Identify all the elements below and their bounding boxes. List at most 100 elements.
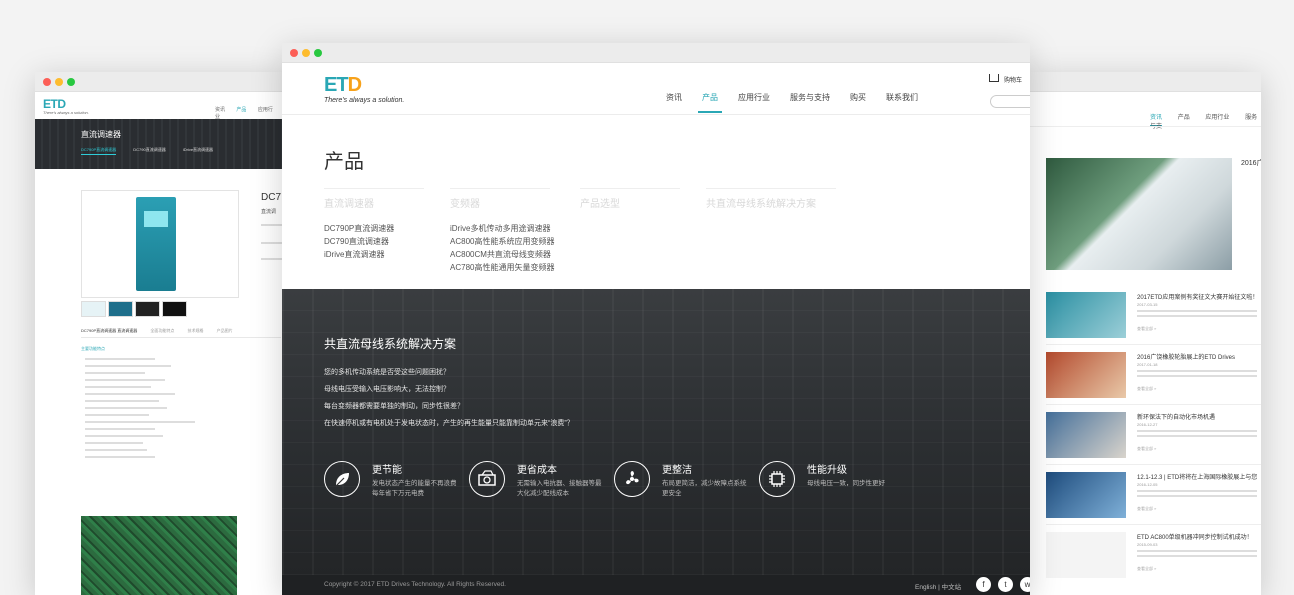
category-link[interactable]: AC800高性能系统应用变频器 xyxy=(450,237,554,247)
featured-news-title[interactable]: 2016广 xyxy=(1241,158,1261,168)
news-item[interactable]: 新环保法下的自动化市场机遇 2016-12-27 查看全部 » xyxy=(1046,412,1261,465)
facebook-icon[interactable]: f xyxy=(976,577,991,592)
close-dot[interactable] xyxy=(43,78,51,86)
news-date: 2017-03-15 xyxy=(1137,302,1158,307)
news-more-link[interactable]: 查看全部 » xyxy=(1137,446,1156,452)
close-dot[interactable] xyxy=(290,49,298,57)
page-title: 产品 xyxy=(324,151,364,173)
nav-item-news[interactable]: 资讯 xyxy=(666,92,682,113)
minimize-dot[interactable] xyxy=(55,78,63,86)
language-switch[interactable]: English | 中文站 xyxy=(915,581,961,591)
logo-tagline: There's always a solution. xyxy=(324,97,405,104)
news-title[interactable]: 2017ETD应用案例有奖征文大赛开始征文啦！ xyxy=(1137,292,1258,301)
cart-label[interactable]: 购物车 xyxy=(1004,75,1022,84)
category-link[interactable]: DC790P直流调速器 xyxy=(324,224,424,234)
search-input[interactable] xyxy=(990,95,1030,108)
news-more-link[interactable]: 查看全部 » xyxy=(1137,326,1156,332)
category-link[interactable]: DC790直流调速器 xyxy=(324,237,424,247)
left-detail-tabs: DC790P直流调速器 直流调速器 全面功能特点 技术规格 产品图片 xyxy=(81,328,281,338)
left-text-line xyxy=(261,242,283,244)
news-thumbnail[interactable] xyxy=(1046,412,1126,458)
nav-item-contact[interactable]: 联系我们 xyxy=(886,92,918,113)
divider xyxy=(1046,524,1261,525)
left-banner-tab[interactable]: iDrive直流调速器 xyxy=(183,147,213,152)
feature-desc: 发电状态产生的能量不再浪费每年省下万元电费 xyxy=(372,480,457,497)
news-thumbnail[interactable] xyxy=(1046,292,1126,338)
thumbnail[interactable] xyxy=(135,301,160,317)
thumbnail[interactable] xyxy=(81,301,106,317)
divider xyxy=(1030,126,1261,127)
feature-item: 更节能 发电状态产生的能量不再浪费每年省下万元电费 xyxy=(324,461,464,501)
thumbnail[interactable] xyxy=(108,301,133,317)
news-item[interactable]: 2017ETD应用案例有奖征文大赛开始征文啦！ 2017-03-15 查看全部 … xyxy=(1046,292,1261,345)
left-detail-tab[interactable]: DC790P直流调速器 直流调速器 xyxy=(81,328,137,333)
left-nav-item-active[interactable]: 产品 xyxy=(236,107,246,113)
category-link[interactable]: iDrive直流调速器 xyxy=(324,250,424,260)
category-link[interactable]: AC800CM共直流母线变频器 xyxy=(450,250,554,260)
news-item[interactable]: 2016广饶橡胶轮胎展上的ETD Drives 2017-01-18 查看全部 … xyxy=(1046,352,1261,405)
left-detail-tab[interactable]: 全面功能特点 xyxy=(150,328,174,333)
news-title[interactable]: 12.1-12.3 | ETD将将在上海国际橡胶展上与您 xyxy=(1137,472,1257,481)
site-header: ETD There's always a solution. 资讯 产品 应用行… xyxy=(282,63,1030,115)
maximize-dot[interactable] xyxy=(314,49,322,57)
feature-item: 性能升级 母线电压一致，同步性更好 xyxy=(759,461,899,501)
category-heading[interactable]: 产品选型 xyxy=(580,188,680,210)
news-item[interactable]: 12.1-12.3 | ETD将将在上海国际橡胶展上与您 2016-12-05 … xyxy=(1046,472,1261,525)
news-more-link[interactable]: 查看全部 » xyxy=(1137,566,1156,572)
cart-icon[interactable] xyxy=(989,74,999,82)
left-banner-tab[interactable]: DC790直流调速器 xyxy=(133,147,165,152)
wechat-icon[interactable]: w xyxy=(1020,577,1030,592)
solution-question: 母线电压受输入电压影响大，无法控制？ xyxy=(324,386,450,393)
left-browser-window: ETD There's always a solution. 资讯 产品 应用行… xyxy=(35,72,285,595)
right-nav-item[interactable]: 产品 xyxy=(1178,115,1190,121)
category-heading[interactable]: 变频器 xyxy=(450,188,550,210)
right-nav-item[interactable]: 服务与支 xyxy=(1150,115,1257,130)
news-date: 2016-12-05 xyxy=(1137,482,1158,487)
etd-logo[interactable]: ETD xyxy=(324,74,362,97)
news-more-link[interactable]: 查看全部 » xyxy=(1137,386,1156,392)
news-desc xyxy=(1137,310,1257,312)
nav-item-buy[interactable]: 购买 xyxy=(850,92,866,113)
nav-item-service[interactable]: 服务与支持 xyxy=(790,92,830,113)
news-title[interactable]: 新环保法下的自动化市场机遇 xyxy=(1137,412,1215,421)
category-column: 直流调速器 DC790P直流调速器 DC790直流调速器 iDrive直流调速器 xyxy=(324,188,424,260)
left-banner-tab[interactable]: DC790P直流调速器 xyxy=(81,147,117,155)
left-banner-tabs: DC790P直流调速器 DC790直流调速器 iDrive直流调速器 xyxy=(81,147,229,155)
category-column: 产品选型 xyxy=(580,188,680,210)
news-desc xyxy=(1137,430,1257,432)
minimize-dot[interactable] xyxy=(302,49,310,57)
nav-item-industries[interactable]: 应用行业 xyxy=(738,92,770,113)
category-heading[interactable]: 直流调速器 xyxy=(324,188,424,210)
divider xyxy=(1046,344,1261,345)
left-detail-tab[interactable]: 技术规格 xyxy=(187,328,203,333)
category-heading[interactable]: 共直流母线系统解决方案 xyxy=(706,188,836,210)
twitter-icon[interactable]: t xyxy=(998,577,1013,592)
left-product-thumbnails xyxy=(81,301,189,322)
news-title[interactable]: ETD AC800单级机器冲同步控制试机成功！ xyxy=(1137,532,1253,541)
news-item[interactable]: ETD AC800单级机器冲同步控制试机成功！ 2015-09-03 查看全部 … xyxy=(1046,532,1261,584)
news-title[interactable]: 2016广饶橡胶轮胎展上的ETD Drives xyxy=(1137,352,1235,361)
thumbnail[interactable] xyxy=(162,301,187,317)
news-more-link[interactable]: 查看全部 » xyxy=(1137,506,1156,512)
right-window-titlebar xyxy=(1030,72,1261,92)
maximize-dot[interactable] xyxy=(67,78,75,86)
news-thumbnail[interactable] xyxy=(1046,472,1126,518)
category-link[interactable]: iDrive多机传动多用途调速器 xyxy=(450,224,554,234)
fan-icon xyxy=(614,461,650,497)
left-logo[interactable]: ETD xyxy=(43,97,66,111)
right-browser-window: 资讯 产品 应用行业 服务与支 2016广 2017ETD应用案例有奖征文大赛开… xyxy=(1030,72,1261,595)
left-nav-item[interactable]: 资讯 xyxy=(215,107,225,113)
solution-title: 共直流母线系统解决方案 xyxy=(324,337,457,351)
right-nav-item[interactable]: 应用行业 xyxy=(1205,115,1229,121)
left-logo-text: ETD xyxy=(43,97,66,111)
left-detail-tab[interactable]: 产品图片 xyxy=(217,328,233,333)
feature-item: 更省成本 无需输入电抗器、接触器等最大化减少配线成本 xyxy=(469,461,609,501)
nav-item-products[interactable]: 产品 xyxy=(698,92,722,113)
news-thumbnail[interactable] xyxy=(1046,352,1126,398)
featured-news-image[interactable] xyxy=(1046,158,1232,270)
right-nav: 资讯 产品 应用行业 服务与支 xyxy=(1150,112,1261,130)
category-link[interactable]: AC780高性能通用矢量变频器 xyxy=(450,263,554,273)
news-thumbnail[interactable] xyxy=(1046,532,1126,578)
solution-section: 共直流母线系统解决方案 您的多机传动系统是否受这些问题困扰？ 母线电压受输入电压… xyxy=(282,289,1030,575)
feature-item: 更整洁 布局更简洁，减少故障点系统更安全 xyxy=(614,461,754,501)
